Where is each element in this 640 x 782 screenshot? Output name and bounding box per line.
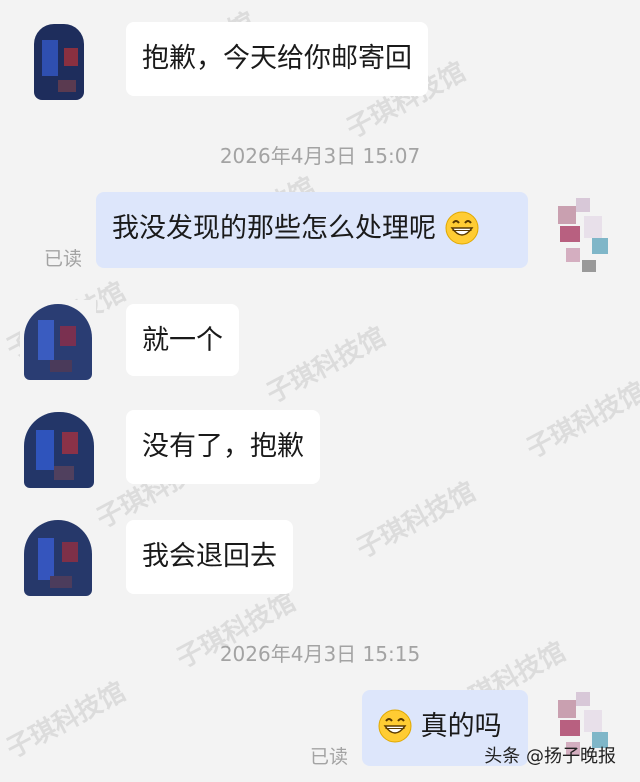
grinning-face-emoji-icon	[378, 709, 412, 742]
watermark: 子琪科技馆	[261, 321, 391, 410]
message-bubble[interactable]: 就一个	[126, 304, 239, 376]
message-bubble[interactable]: 没有了，抱歉	[126, 410, 320, 484]
message-text: 我没发现的那些怎么处理呢	[112, 213, 436, 244]
contact-avatar[interactable]	[20, 516, 96, 598]
grinning-face-emoji-icon	[445, 211, 479, 244]
message-bubble[interactable]: 我会退回去	[126, 520, 293, 594]
read-receipt: 已读	[44, 248, 83, 270]
message-bubble[interactable]: 抱歉，今天给你邮寄回	[126, 22, 428, 96]
contact-avatar[interactable]	[20, 300, 96, 382]
timestamp: 2026年4月3日 15:07	[219, 144, 421, 168]
message-bubble[interactable]: 我没发现的那些怎么处理呢	[96, 192, 528, 268]
contact-avatar[interactable]	[20, 408, 96, 490]
read-receipt: 已读	[310, 746, 349, 768]
message-text: 抱歉，今天给你邮寄回	[142, 43, 412, 74]
message-text: 我会退回去	[142, 541, 277, 572]
chat-screen: { "messages": [ {"text": "抱歉，今天给你邮寄回"}, …	[0, 0, 640, 782]
contact-avatar[interactable]	[20, 18, 96, 100]
timestamp: 2026年4月3日 15:15	[219, 642, 421, 666]
message-text: 就一个	[142, 325, 223, 356]
message-text: 真的吗	[420, 711, 502, 742]
source-credit: 头条 @扬子晚报	[484, 746, 616, 767]
watermark: 子琪科技馆	[521, 376, 640, 465]
my-avatar[interactable]	[548, 198, 626, 280]
message-text: 没有了，抱歉	[142, 431, 304, 462]
watermark: 子琪科技馆	[351, 476, 481, 565]
watermark: 子琪科技馆	[1, 676, 131, 765]
